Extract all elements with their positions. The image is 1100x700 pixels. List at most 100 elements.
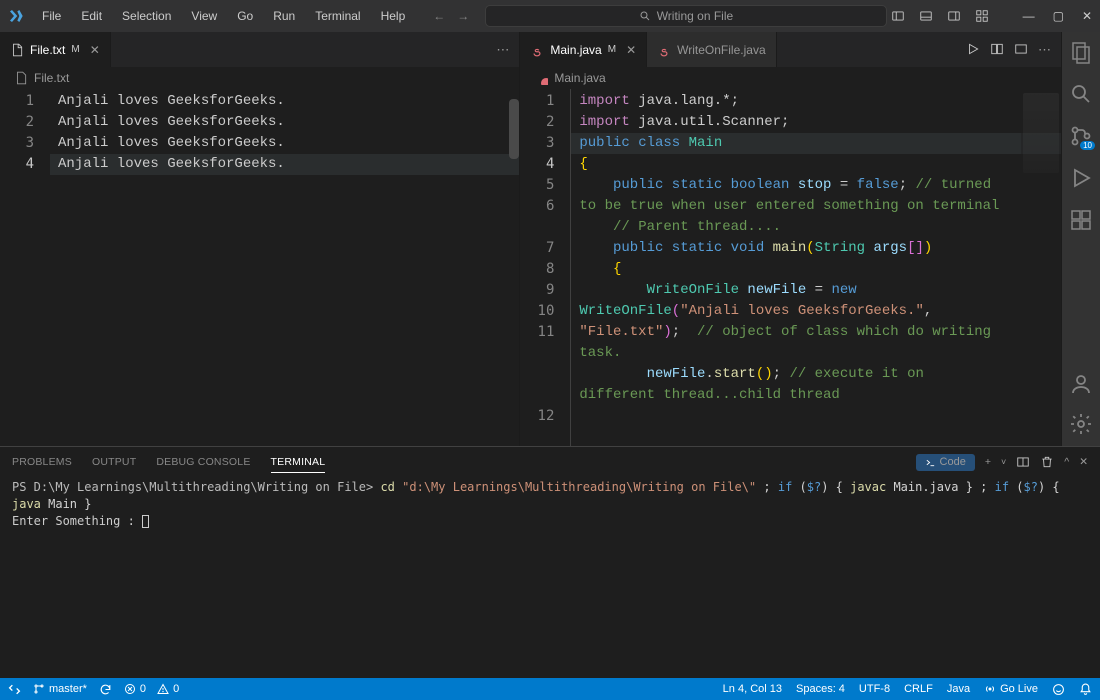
run-icon[interactable] (966, 42, 980, 56)
code-line: Anjali loves GeeksforGeeks. (58, 112, 519, 133)
error-icon (124, 683, 136, 695)
code-line: { (579, 154, 1061, 175)
split-editor-icon[interactable] (990, 42, 1004, 56)
terminal-dropdown-icon[interactable]: ˅ (1001, 457, 1006, 467)
panel-tabs: PROBLEMS OUTPUT DEBUG CONSOLE TERMINAL C… (0, 447, 1100, 477)
code-line: public static boolean stop = false; // t… (579, 175, 1061, 217)
right-editor-body[interactable]: 1 2 3 4 5 6 7 8 9 10 11 12 13 import jav… (520, 89, 1061, 446)
bottom-panel: PROBLEMS OUTPUT DEBUG CONSOLE TERMINAL C… (0, 446, 1100, 678)
layout-sidebar-left-icon[interactable] (891, 9, 905, 23)
command-center[interactable]: Writing on File (485, 5, 886, 27)
breadcrumb-text: Main.java (554, 71, 605, 85)
status-branch[interactable]: master* (33, 683, 87, 695)
left-breadcrumb[interactable]: File.txt (0, 67, 519, 89)
menu-selection[interactable]: Selection (114, 5, 179, 27)
maximize-icon[interactable]: ▢ (1053, 9, 1064, 23)
terminal-line: Enter Something : (12, 513, 1088, 530)
source-control-icon[interactable]: 10 (1069, 124, 1093, 148)
code-line: Anjali loves GeeksforGeeks. (58, 91, 519, 112)
status-notifications[interactable] (1079, 683, 1092, 696)
status-golive[interactable]: Go Live (984, 683, 1038, 696)
layout-sidebar-right-icon[interactable] (947, 9, 961, 23)
code-line: WriteOnFile newFile = new WriteOnFile("A… (579, 280, 1061, 364)
nav-forward-icon[interactable]: → (457, 9, 469, 23)
code-line: import java.lang.*; (579, 91, 1061, 112)
left-code[interactable]: Anjali loves GeeksforGeeks. Anjali loves… (50, 89, 519, 446)
tab-modified-indicator: M (608, 44, 616, 55)
code-line: // Parent thread.... (579, 217, 1061, 238)
layout-panel-icon[interactable] (919, 9, 933, 23)
code-line: public class Main (571, 133, 1061, 154)
status-sync[interactable] (99, 683, 112, 696)
breadcrumb-text: File.txt (34, 71, 69, 85)
nav-back-icon[interactable]: ← (433, 9, 445, 23)
code-line: Anjali loves GeeksforGeeks. (50, 154, 519, 175)
left-editor-body[interactable]: 1 2 3 4 Anjali loves GeeksforGeeks. Anja… (0, 89, 519, 446)
vscode-icon (8, 8, 24, 24)
status-encoding[interactable]: UTF-8 (859, 683, 890, 696)
feedback-icon (1052, 683, 1065, 696)
right-tab-bar: Main.java M ✕ WriteOnFile.java ⋯ (520, 32, 1061, 67)
broadcast-icon (984, 683, 996, 695)
menu-view[interactable]: View (183, 5, 225, 27)
command-center-text: Writing on File (657, 9, 733, 23)
new-terminal-icon[interactable]: + (985, 456, 991, 468)
search-icon (639, 10, 651, 22)
terminal-profile-select[interactable]: Code (916, 454, 975, 471)
status-eol[interactable]: CRLF (904, 683, 933, 696)
tab-close-icon[interactable]: ✕ (90, 43, 100, 57)
tab-main-java[interactable]: Main.java M ✕ (520, 32, 647, 67)
code-line: import java.util.Scanner; (579, 112, 1061, 133)
panel-tab-debug[interactable]: DEBUG CONSOLE (156, 452, 250, 472)
scm-badge: 10 (1080, 141, 1095, 150)
tab-writeonfile-java[interactable]: WriteOnFile.java (647, 32, 776, 67)
status-bar: master* 0 0 Ln 4, Col 13 Spaces: 4 UTF-8… (0, 678, 1100, 700)
diff-icon[interactable] (1014, 42, 1028, 56)
close-icon[interactable]: ✕ (1082, 9, 1092, 23)
status-errors[interactable]: 0 0 (124, 683, 179, 695)
run-debug-icon[interactable] (1069, 166, 1093, 190)
kill-terminal-icon[interactable] (1040, 455, 1054, 469)
right-code[interactable]: import java.lang.*; import java.util.Sca… (570, 89, 1061, 446)
scrollbar-thumb[interactable] (509, 99, 519, 159)
tab-file-txt[interactable]: File.txt M ✕ (0, 32, 111, 67)
search-icon[interactable] (1069, 82, 1093, 106)
panel-tab-output[interactable]: OUTPUT (92, 452, 136, 472)
menu-help[interactable]: Help (373, 5, 414, 27)
menu-run[interactable]: Run (265, 5, 303, 27)
settings-icon[interactable] (1069, 412, 1093, 436)
more-actions-icon[interactable]: ⋯ (1038, 42, 1051, 58)
split-terminal-icon[interactable] (1016, 455, 1030, 469)
tab-close-icon[interactable]: ✕ (626, 43, 636, 57)
status-language[interactable]: Java (947, 683, 970, 696)
customize-layout-icon[interactable] (975, 9, 989, 23)
panel-tab-problems[interactable]: PROBLEMS (12, 452, 72, 472)
menu-go[interactable]: Go (229, 5, 261, 27)
bell-icon (1079, 683, 1092, 696)
status-spaces[interactable]: Spaces: 4 (796, 683, 845, 696)
main-area: File.txt M ✕ ⋯ File.txt 1 2 3 4 (0, 32, 1100, 446)
explorer-icon[interactable] (1069, 40, 1093, 64)
extensions-icon[interactable] (1069, 208, 1093, 232)
menu-edit[interactable]: Edit (73, 5, 110, 27)
status-feedback[interactable] (1052, 683, 1065, 696)
menu-file[interactable]: File (34, 5, 69, 27)
more-actions-icon[interactable]: ⋯ (496, 42, 509, 58)
java-icon (534, 71, 548, 85)
tab-modified-indicator: M (71, 44, 79, 55)
sync-icon (99, 683, 112, 696)
right-breadcrumb[interactable]: Main.java (520, 67, 1061, 89)
minimap[interactable] (1021, 89, 1061, 446)
account-icon[interactable] (1069, 372, 1093, 396)
panel-tab-terminal[interactable]: TERMINAL (271, 452, 326, 473)
terminal-icon (925, 457, 936, 468)
java-icon (657, 43, 671, 57)
terminal-body[interactable]: PS D:\My Learnings\Multithreading\Writin… (0, 477, 1100, 678)
minimize-icon[interactable]: — (1023, 9, 1035, 23)
status-position[interactable]: Ln 4, Col 13 (723, 683, 782, 696)
left-gutter: 1 2 3 4 (0, 89, 50, 446)
status-remote[interactable] (8, 683, 21, 696)
menu-terminal[interactable]: Terminal (307, 5, 368, 27)
maximize-panel-icon[interactable]: ^ (1064, 456, 1069, 468)
close-panel-icon[interactable]: ✕ (1079, 456, 1088, 468)
